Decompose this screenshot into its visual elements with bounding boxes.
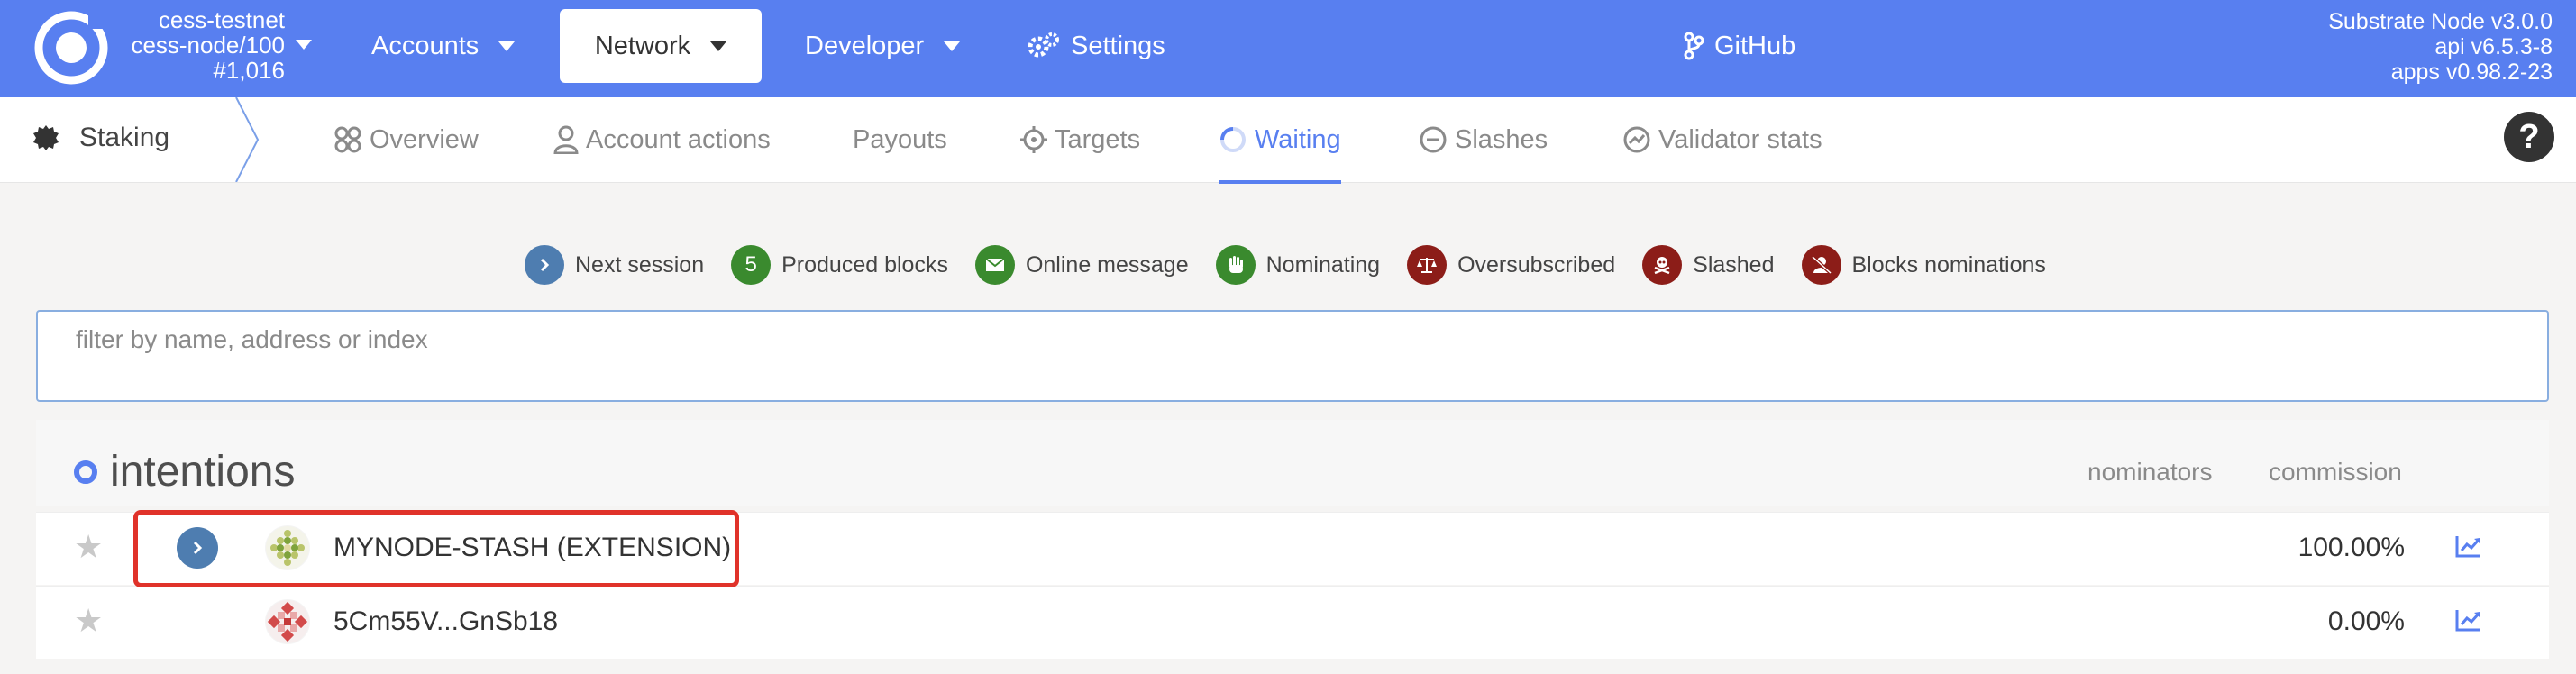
tab-overview[interactable]: Overview <box>333 97 479 182</box>
legend-blocks-nominations: Blocks nominations <box>1801 245 2046 285</box>
hand-icon <box>1215 245 1256 285</box>
chevron-down-icon <box>944 41 961 51</box>
chevron-right-icon <box>525 245 564 285</box>
user-icon <box>553 125 579 154</box>
polkadot-logo-icon[interactable] <box>32 9 110 87</box>
commission-value: 100.00% <box>2297 533 2405 562</box>
validator-address[interactable]: 5Cm55V...GnSb18 <box>333 606 558 637</box>
filter-box <box>36 310 2549 402</box>
column-commission: commission <box>2269 458 2402 486</box>
table-row: ★ 5Cm55V...GnSb18 0.00% <box>36 586 2549 659</box>
chart-line-icon[interactable] <box>2455 534 2482 558</box>
chevron-down-icon <box>498 41 516 51</box>
help-button[interactable]: ? <box>2504 112 2554 162</box>
balance-icon <box>1407 245 1448 285</box>
gears-icon <box>1028 32 1059 58</box>
node-version-info: Substrate Node v3.0.0 api v6.5.3-8 apps … <box>2328 9 2553 85</box>
chain-selector[interactable]: cess-testnet cess-node/100 #1,016 <box>126 7 285 83</box>
chevron-down-icon <box>710 41 727 51</box>
table-header: intentions nominators commission <box>36 420 2549 506</box>
skull-icon <box>1642 245 1683 285</box>
commission-value: 0.00% <box>2327 606 2405 636</box>
highlight-box <box>133 510 739 587</box>
section-title: Staking <box>32 123 169 153</box>
sub-navbar: Staking Overview Account actions Payouts… <box>0 97 2576 184</box>
menu-settings[interactable]: Settings <box>1028 9 1165 83</box>
legend-produced-blocks: 5 Produced blocks <box>731 245 948 285</box>
node-name: cess-node/100 <box>131 32 285 59</box>
legend-next-session: Next session <box>525 245 704 285</box>
tab-waiting[interactable]: Waiting <box>1219 97 1341 184</box>
ring-icon <box>74 460 97 484</box>
chart-circle-icon <box>1623 126 1650 153</box>
intentions-title: intentions <box>74 447 295 496</box>
certificate-icon <box>33 125 59 150</box>
column-nominators: nominators <box>2087 458 2213 486</box>
tab-account-actions[interactable]: Account actions <box>553 97 771 182</box>
chart-line-icon[interactable] <box>2455 608 2482 632</box>
crosshairs-icon <box>1020 126 1047 153</box>
tab-targets[interactable]: Targets <box>1020 97 1140 182</box>
count-badge: 5 <box>731 245 772 285</box>
legend-nominating: Nominating <box>1215 245 1380 285</box>
menu-accounts[interactable]: Accounts <box>371 9 516 83</box>
legend-oversubscribed: Oversubscribed <box>1407 245 1615 285</box>
tab-slashes[interactable]: Slashes <box>1419 97 1548 182</box>
legend-online-message: Online message <box>974 245 1189 285</box>
menu-network[interactable]: Network <box>560 9 762 83</box>
identicon-avatar[interactable] <box>265 599 310 644</box>
chain-name: cess-testnet <box>158 6 285 33</box>
top-navbar: cess-testnet cess-node/100 #1,016 Accoun… <box>0 0 2576 97</box>
user-slash-icon <box>1801 245 1841 285</box>
star-icon[interactable]: ★ <box>74 531 103 563</box>
menu-developer[interactable]: Developer <box>805 9 961 83</box>
envelope-icon <box>974 245 1015 285</box>
legend: Next session 5 Produced blocks Online me… <box>525 245 2073 285</box>
tab-validator-stats[interactable]: Validator stats <box>1622 97 1822 182</box>
star-icon[interactable]: ★ <box>74 605 103 637</box>
grid-icon <box>334 126 361 153</box>
spinner-icon <box>1220 127 1246 152</box>
chevron-down-icon[interactable] <box>296 40 312 50</box>
block-number: #1,016 <box>213 57 285 84</box>
filter-input[interactable] <box>74 324 2511 355</box>
breadcrumb-chevron-icon <box>235 97 260 182</box>
tab-payouts[interactable]: Payouts <box>853 97 947 182</box>
menu-github[interactable]: GitHub <box>1684 9 1795 83</box>
code-branch-icon <box>1684 32 1704 60</box>
legend-slashed: Slashed <box>1642 245 1775 285</box>
minus-circle-icon <box>1420 126 1447 153</box>
